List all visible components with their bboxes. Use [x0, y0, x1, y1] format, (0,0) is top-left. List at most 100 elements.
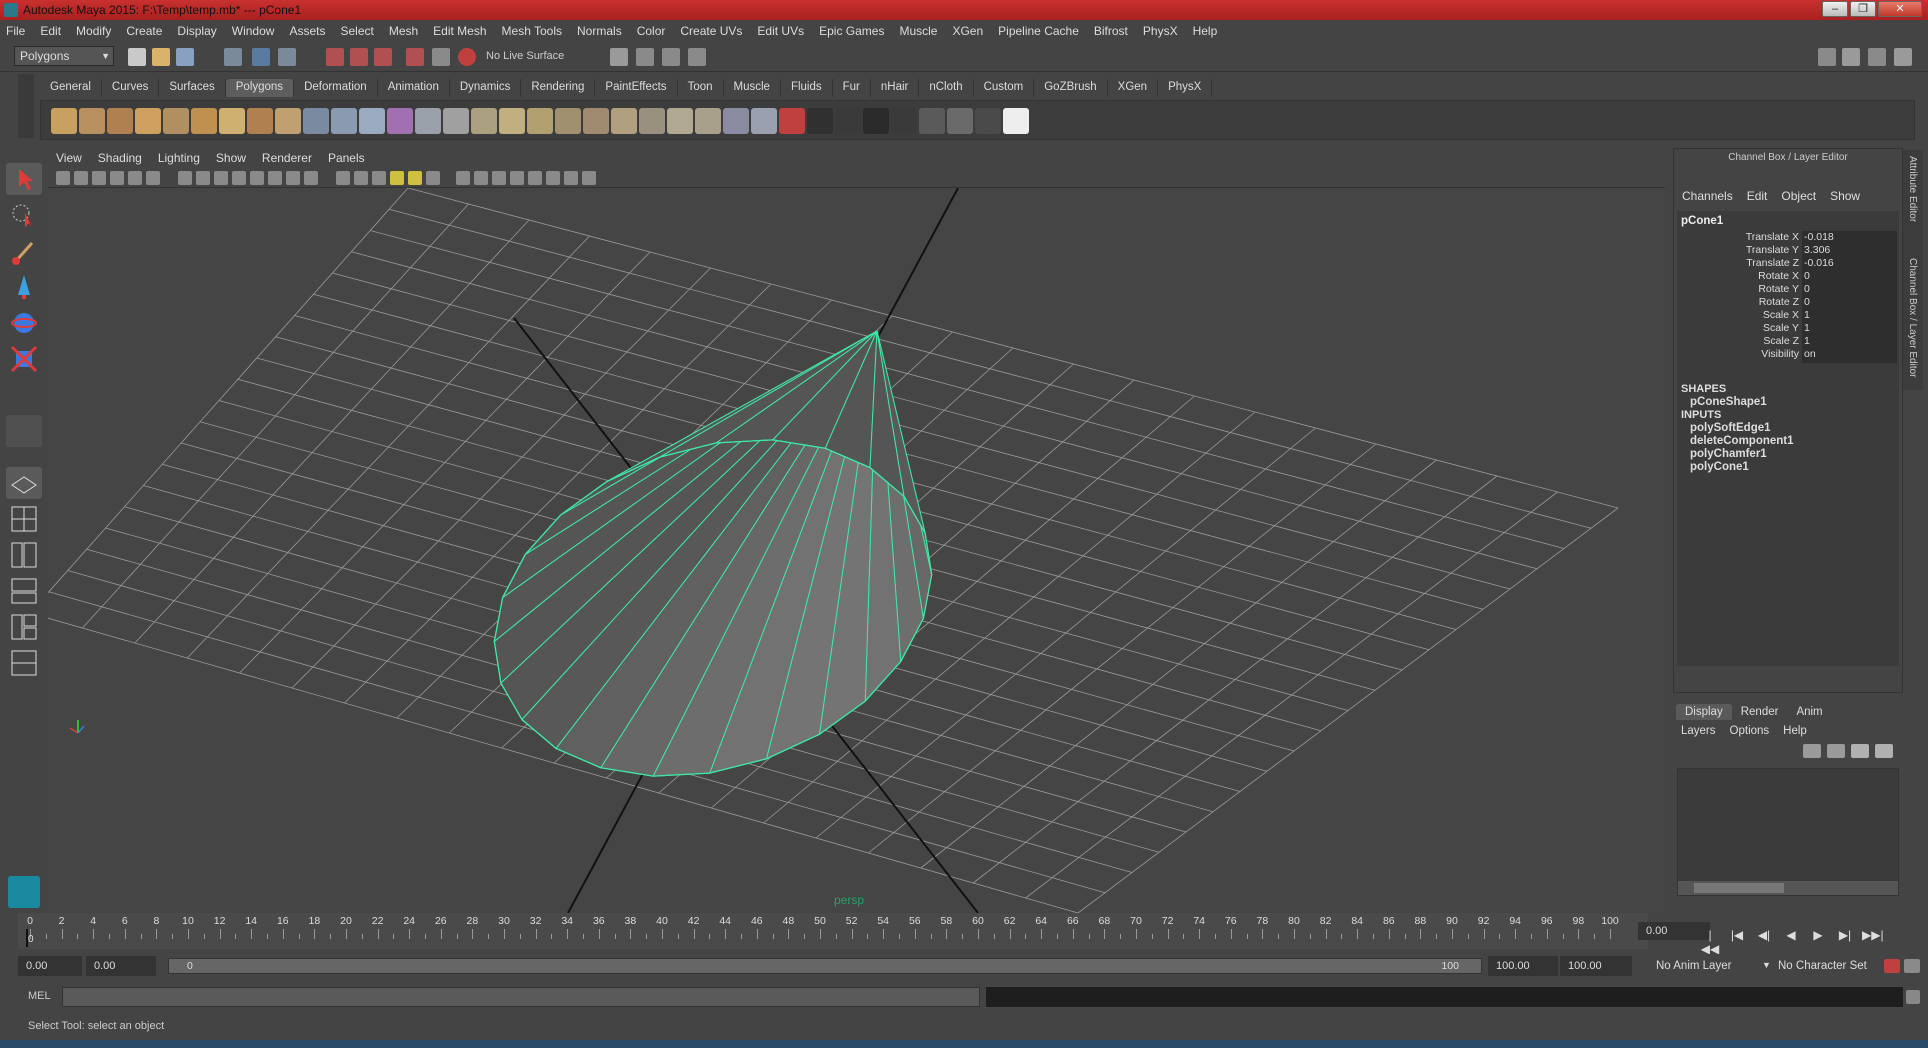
shape-node[interactable]: pConeShape1	[1690, 396, 1767, 408]
layer-menu-layers[interactable]: Layers	[1681, 725, 1716, 737]
step-back-key-icon[interactable]: |◀	[1727, 928, 1747, 956]
combine-icon[interactable]	[303, 108, 329, 134]
shelf-tab-physx[interactable]: PhysX	[1158, 79, 1213, 97]
magnet-icon[interactable]	[458, 48, 476, 66]
shelf-tab-dynamics[interactable]: Dynamics	[450, 79, 522, 97]
scrollbar-thumb[interactable]	[1694, 883, 1784, 893]
command-input[interactable]	[62, 987, 980, 1007]
shelf-tab-surfaces[interactable]: Surfaces	[159, 79, 226, 97]
poly-helix-icon[interactable]	[275, 108, 301, 134]
viewport-menu-lighting[interactable]: Lighting	[158, 151, 200, 165]
menu-file[interactable]: File	[6, 24, 25, 38]
poly-plane-icon[interactable]	[163, 108, 189, 134]
poly-cone-icon[interactable]	[135, 108, 161, 134]
new-layer-icon[interactable]	[1851, 744, 1869, 758]
playback-end-field[interactable]: 100.00	[1488, 956, 1558, 976]
render-settings-icon[interactable]	[688, 48, 706, 66]
depth-of-field-icon[interactable]	[510, 171, 524, 185]
play-forwards-icon[interactable]: ▶	[1808, 928, 1828, 956]
layer-tab-display[interactable]: Display	[1676, 704, 1732, 720]
field-chart-icon[interactable]	[268, 171, 282, 185]
bridge-icon[interactable]	[611, 108, 637, 134]
close-button[interactable]: ✕	[1878, 1, 1922, 17]
menu-mesh-tools[interactable]: Mesh Tools	[502, 24, 562, 38]
toggle-channel-box-icon[interactable]	[1894, 48, 1912, 66]
step-forward-key-icon[interactable]: ▶|	[1835, 928, 1855, 956]
wedge-icon[interactable]	[863, 108, 889, 134]
grid-icon[interactable]	[196, 171, 210, 185]
grease-pencil-icon[interactable]	[178, 171, 192, 185]
toggle-modeling-toolkit-icon[interactable]	[1818, 48, 1836, 66]
menu-epic-games[interactable]: Epic Games	[819, 24, 884, 38]
step-back-frame-icon[interactable]: ◀|	[1754, 928, 1774, 956]
animation-start-field[interactable]: 0.00	[18, 956, 82, 976]
viewport-menu-shading[interactable]: Shading	[98, 151, 142, 165]
select-tool-icon[interactable]	[6, 163, 42, 195]
lock-camera-icon[interactable]	[74, 171, 88, 185]
select-by-hierarchy-icon[interactable]	[224, 48, 242, 66]
snap-to-view-plane-icon[interactable]	[406, 48, 424, 66]
shelf-tab-painteffects[interactable]: PaintEffects	[595, 79, 678, 97]
render-frame-icon[interactable]	[636, 48, 654, 66]
poly-primitive-icon[interactable]	[415, 108, 441, 134]
menu-set-dropdown[interactable]: Polygons ▼	[14, 46, 114, 66]
auto-key-icon[interactable]	[1884, 959, 1900, 973]
use-all-lights-icon[interactable]	[408, 171, 422, 185]
animation-end-field[interactable]: 100.00	[1560, 956, 1632, 976]
snap-to-curve-icon[interactable]	[350, 48, 368, 66]
resolution-gate-icon[interactable]	[232, 171, 246, 185]
xray-components-icon[interactable]	[582, 171, 596, 185]
layer-list[interactable]	[1677, 768, 1899, 896]
menu-edit-mesh[interactable]: Edit Mesh	[433, 24, 486, 38]
channel-row-visibility[interactable]: Visibility on	[1677, 348, 1899, 364]
menu-edit[interactable]: Edit	[40, 24, 61, 38]
character-set-dropdown[interactable]: No Character Set	[1778, 960, 1867, 972]
textured-icon[interactable]	[390, 171, 404, 185]
shelf-tab-gozbrush[interactable]: GoZBrush	[1034, 79, 1108, 97]
snap-to-point-icon[interactable]	[374, 48, 392, 66]
more-layouts-icon[interactable]	[6, 687, 42, 703]
channel-box-menu-object[interactable]: Object	[1781, 189, 1816, 203]
relax-icon[interactable]	[807, 108, 833, 134]
minimize-button[interactable]: ‒	[1822, 1, 1848, 17]
script-editor-icon[interactable]	[1906, 990, 1920, 1004]
menu-select[interactable]: Select	[340, 24, 373, 38]
layer-tab-render[interactable]: Render	[1732, 704, 1788, 720]
boolean-union-icon[interactable]	[443, 108, 469, 134]
move-tool-icon[interactable]	[6, 271, 42, 303]
2d-pan-zoom-icon[interactable]	[146, 171, 160, 185]
scale-tool-icon[interactable]	[6, 343, 42, 375]
menu-mesh[interactable]: Mesh	[389, 24, 418, 38]
layer-tab-anim[interactable]: Anim	[1787, 704, 1831, 720]
persp-outliner-layout-icon[interactable]	[6, 539, 42, 571]
attribute-editor-tab[interactable]: Attribute Editor	[1907, 156, 1918, 222]
smooth-brush-icon[interactable]	[779, 108, 805, 134]
shadows-icon[interactable]	[426, 171, 440, 185]
time-slider[interactable]: 0 2 4 6 8 10 12 14 16 18 20 22 24 26 28 30 32 34 36 38 40 42 4…	[18, 913, 1710, 949]
screen-space-ao-icon[interactable]	[456, 171, 470, 185]
mirror-icon[interactable]	[527, 108, 553, 134]
go-to-start-icon[interactable]: |◀◀	[1700, 928, 1720, 956]
rotate-tool-icon[interactable]	[6, 307, 42, 339]
menu-window[interactable]: Window	[232, 24, 275, 38]
shelf-tab-xgen[interactable]: XGen	[1108, 79, 1159, 97]
poly-cube-icon[interactable]	[79, 108, 105, 134]
poly-torus-icon[interactable]	[191, 108, 217, 134]
toggle-tool-settings-icon[interactable]	[1868, 48, 1886, 66]
isolate-select-icon[interactable]	[528, 171, 542, 185]
save-scene-icon[interactable]	[176, 48, 194, 66]
anim-layer-dropdown[interactable]: No Anim Layer	[1656, 960, 1731, 972]
sculpt-icon[interactable]	[751, 108, 777, 134]
smooth-shade-icon[interactable]	[354, 171, 368, 185]
persp-graph-hypergraph-layout-icon[interactable]	[6, 647, 42, 679]
go-to-end-icon[interactable]: ▶▶|	[1862, 928, 1884, 956]
menu-xgen[interactable]: XGen	[952, 24, 983, 38]
shelf-tab-custom[interactable]: Custom	[974, 79, 1035, 97]
shelf-options-icon[interactable]	[18, 74, 34, 138]
menu-assets[interactable]: Assets	[289, 24, 325, 38]
poly-sphere-icon[interactable]	[51, 108, 77, 134]
poly-pipe-icon[interactable]	[247, 108, 273, 134]
channel-box-menu-edit[interactable]: Edit	[1747, 189, 1768, 203]
menu-muscle[interactable]: Muscle	[899, 24, 937, 38]
xray-icon[interactable]	[546, 171, 560, 185]
